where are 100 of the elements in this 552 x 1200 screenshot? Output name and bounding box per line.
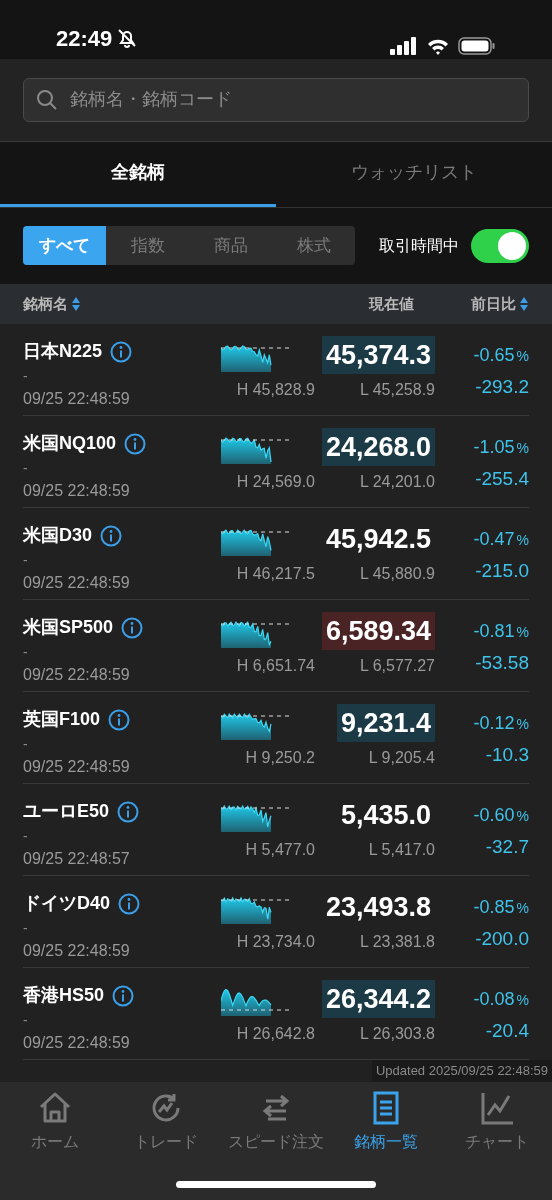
change-percent: -0.47: [473, 528, 515, 552]
percent-sign: %: [516, 715, 529, 735]
nav-tab[interactable]: 銘柄一覧: [331, 1090, 442, 1154]
update-time: 09/25 22:48:59: [23, 665, 131, 686]
change-value: -215.0: [475, 559, 529, 584]
change-value: -255.4: [475, 467, 529, 492]
nav-tab[interactable]: スピード注文: [220, 1090, 332, 1154]
change-value: -53.58: [475, 651, 529, 676]
sub-label: -: [23, 551, 29, 571]
info-icon: [121, 617, 144, 639]
instrument-name[interactable]: 米国SP500: [23, 614, 114, 642]
info-icon: [108, 709, 131, 731]
change-percent: -0.81: [473, 620, 515, 644]
instrument-name[interactable]: 香港HS50: [23, 982, 105, 1010]
low-value: L 6,577.27: [359, 656, 435, 677]
column-header: 前日比: [471, 293, 516, 314]
nav-tab[interactable]: チャート: [441, 1090, 552, 1154]
percent-sign: %: [516, 531, 529, 551]
price-value: 9,231.4: [336, 704, 435, 743]
change-percent: -0.08: [473, 988, 515, 1012]
info-icon: [110, 341, 133, 363]
price-value: 24,268.0: [321, 428, 435, 467]
percent-sign: %: [516, 439, 529, 459]
update-time: 09/25 22:48:59: [23, 757, 131, 778]
low-value: L 45,880.9: [359, 564, 435, 585]
nav-tab[interactable]: ホーム: [0, 1090, 111, 1154]
battery-icon: [458, 36, 496, 55]
change-value: -32.7: [485, 835, 529, 860]
instrument-name[interactable]: 米国NQ100: [23, 430, 117, 458]
update-time: 09/25 22:48:59: [23, 481, 131, 502]
price-value: 6,589.34: [321, 612, 435, 651]
sub-label: -: [23, 735, 29, 755]
column-header: 現在値: [369, 293, 414, 314]
updated-timestamp: Updated 2025/09/25 22:48:59: [371, 1060, 552, 1082]
update-time: 09/25 22:48:59: [23, 941, 131, 962]
toggle-switch[interactable]: [471, 228, 529, 263]
update-time: 09/25 22:48:57: [23, 849, 131, 870]
low-value: L 45,258.9: [359, 380, 435, 401]
low-value: L 23,381.8: [359, 932, 435, 953]
sub-label: -: [23, 367, 29, 387]
instrument-name[interactable]: 日本N225: [23, 338, 103, 366]
sort-icon: [71, 296, 81, 312]
instrument-name[interactable]: 英国F100: [23, 706, 101, 734]
price-value: 26,344.2: [321, 980, 435, 1019]
sub-label: -: [23, 827, 29, 847]
percent-sign: %: [516, 899, 529, 919]
percent-sign: %: [516, 623, 529, 643]
signal-icon: [390, 36, 418, 55]
percent-sign: %: [516, 807, 529, 827]
column-header: 銘柄名: [23, 293, 68, 314]
filter-segment[interactable]: 株式: [272, 226, 355, 266]
toggle-label: 取引時間中: [379, 235, 459, 256]
nav-tab[interactable]: トレード: [110, 1090, 221, 1154]
change-value: -10.3: [485, 743, 529, 768]
high-value: H 45,828.9: [236, 380, 315, 401]
sort-icon: [519, 296, 529, 312]
high-value: H 9,250.2: [245, 748, 315, 769]
change-percent: -0.12: [473, 712, 515, 736]
change-value: -200.0: [475, 927, 529, 952]
low-value: L 24,201.0: [359, 472, 435, 493]
filter-segment[interactable]: 指数: [106, 226, 189, 266]
high-value: H 6,651.74: [236, 656, 315, 677]
low-value: L 26,303.8: [359, 1024, 435, 1045]
price-value: 45,374.3: [321, 336, 435, 375]
high-value: H 5,477.0: [245, 840, 315, 861]
high-value: H 23,734.0: [236, 932, 315, 953]
info-icon: [118, 893, 141, 915]
filter-segment[interactable]: 商品: [189, 226, 272, 266]
low-value: L 5,417.0: [368, 840, 435, 861]
price-value: 23,493.8: [324, 891, 432, 925]
high-value: H 26,642.8: [236, 1024, 315, 1045]
sub-label: -: [23, 1011, 29, 1031]
sub-label: -: [23, 919, 29, 939]
change-value: -293.2: [475, 375, 529, 400]
update-time: 09/25 22:48:59: [23, 1033, 131, 1054]
price-value: 45,942.5: [324, 523, 432, 557]
percent-sign: %: [516, 347, 529, 367]
change-value: -20.4: [485, 1019, 529, 1044]
high-value: H 46,217.5: [236, 564, 315, 585]
high-value: H 24,569.0: [236, 472, 315, 493]
info-icon: [100, 525, 123, 547]
info-icon: [117, 801, 140, 823]
search-field[interactable]: 銘柄名・銘柄コード: [23, 77, 529, 122]
sub-label: -: [23, 643, 29, 663]
price-value: 5,435.0: [339, 799, 432, 833]
change-percent: -1.05: [473, 436, 515, 460]
change-percent: -0.65: [473, 344, 515, 368]
update-time: 09/25 22:48:59: [23, 573, 131, 594]
instrument-name[interactable]: ドイツD40: [23, 890, 111, 918]
instrument-name[interactable]: 米国D30: [23, 522, 93, 550]
status-time: 22:49: [56, 24, 113, 53]
percent-sign: %: [516, 991, 529, 1011]
change-percent: -0.60: [473, 804, 515, 828]
low-value: L 9,205.4: [368, 748, 435, 769]
info-icon: [124, 433, 147, 455]
update-time: 09/25 22:48:59: [23, 389, 131, 410]
tab[interactable]: ウォッチリスト: [276, 141, 552, 207]
search-icon: [36, 88, 58, 111]
sub-label: -: [23, 459, 29, 479]
instrument-name[interactable]: ユーロE50: [23, 798, 110, 826]
